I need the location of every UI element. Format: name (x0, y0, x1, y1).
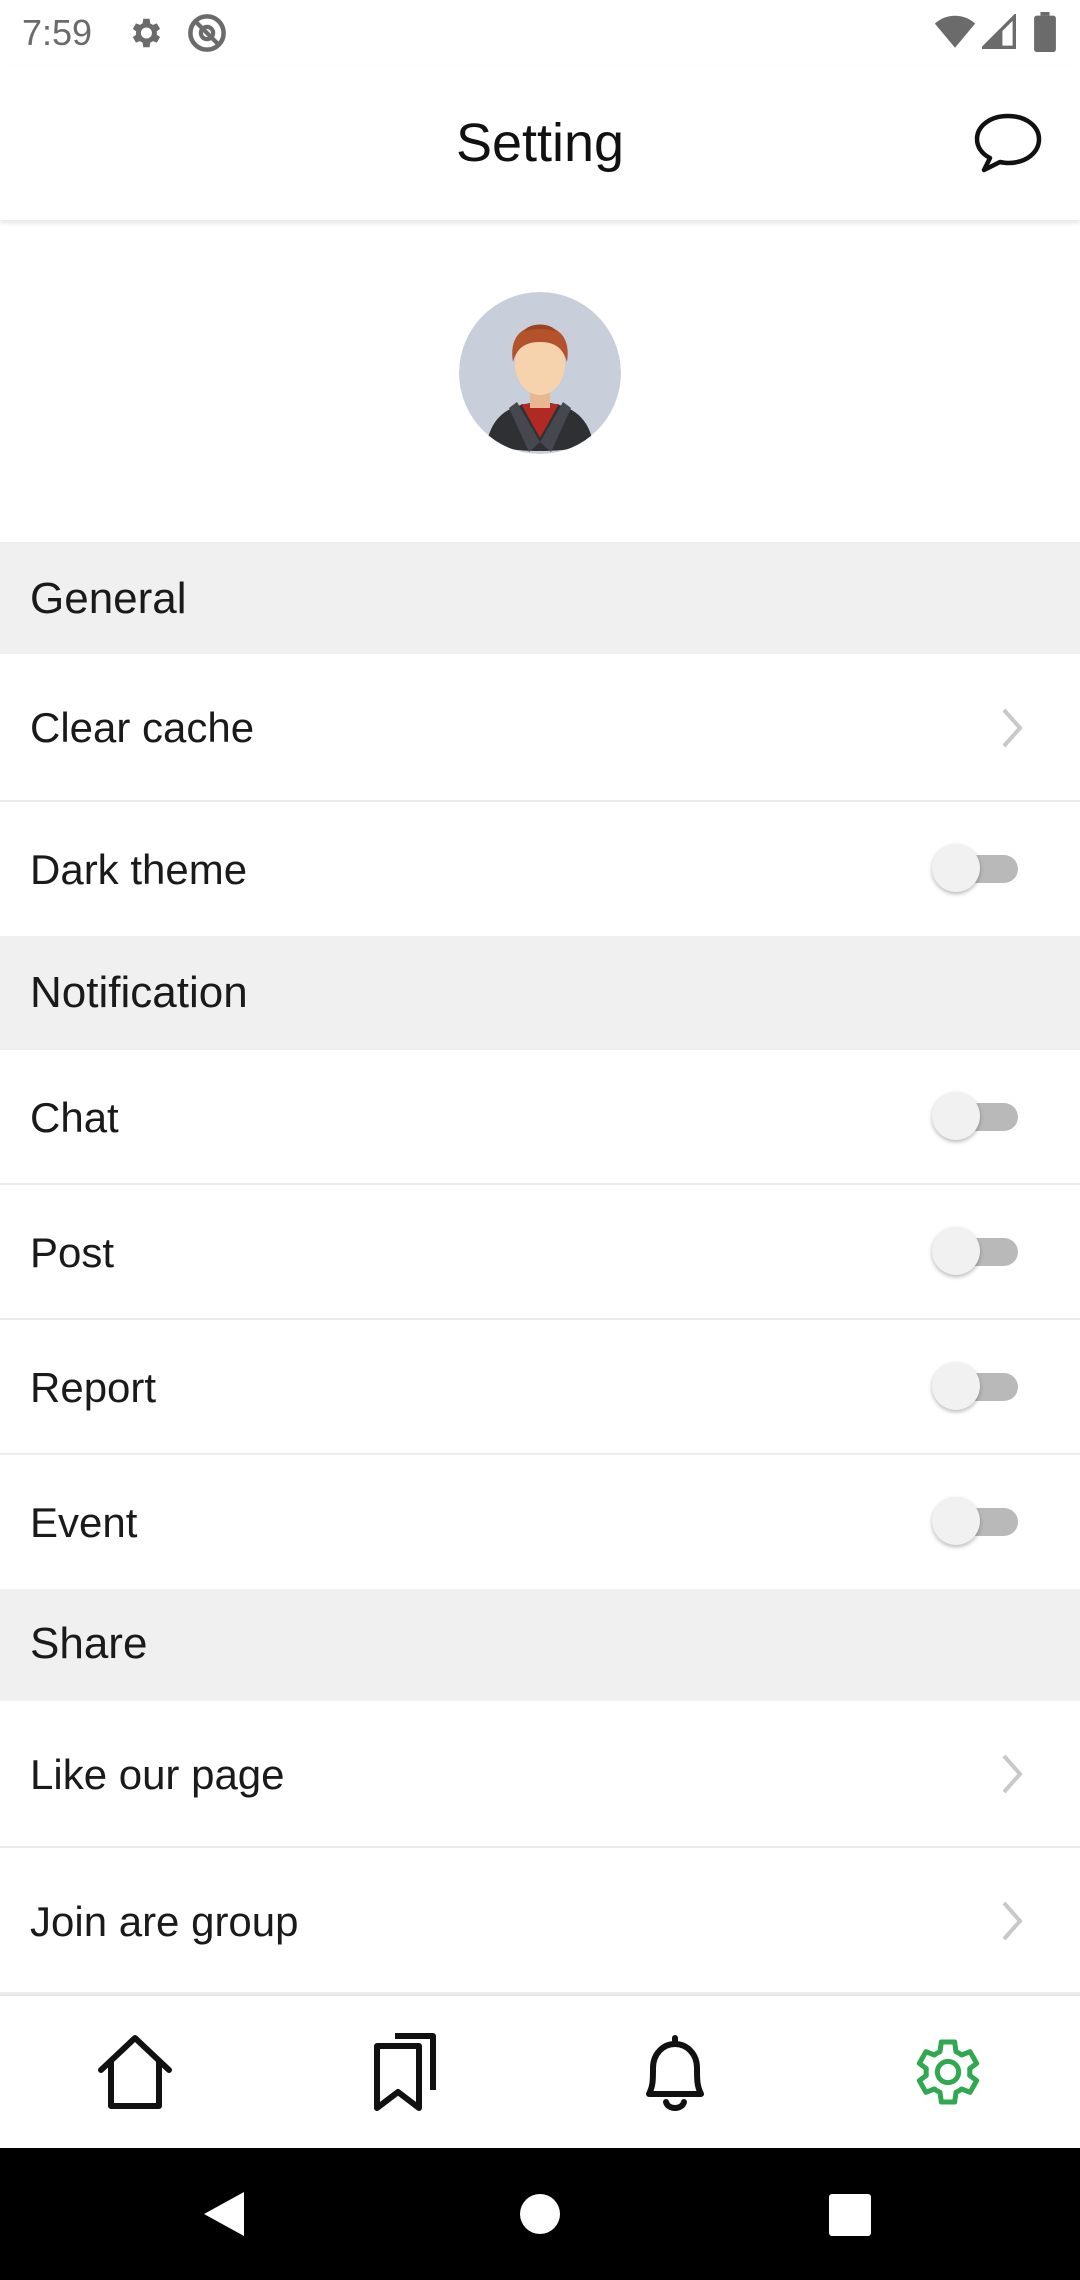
event-notification-toggle[interactable] (932, 1493, 1022, 1549)
settings-row-event: Event (0, 1455, 1080, 1589)
app-bar: Setting (0, 66, 1080, 220)
post-notification-toggle[interactable] (932, 1223, 1022, 1279)
settings-row-report: Report (0, 1320, 1080, 1455)
home-icon (98, 2035, 172, 2109)
chat-bubble-icon[interactable] (972, 110, 1044, 176)
settings-row-like-page[interactable]: Like our page (0, 1701, 1080, 1848)
row-label-chat: Chat (30, 1094, 119, 1141)
settings-row-clear-cache[interactable]: Clear cache (0, 654, 1080, 802)
row-label-event: Event (30, 1499, 138, 1546)
settings-icon (132, 18, 161, 48)
row-label-clear-cache: Clear cache (30, 704, 255, 751)
bell-icon (646, 2035, 704, 2111)
nav-item-settings[interactable] (810, 1996, 1080, 2148)
row-label-dark-theme: Dark theme (30, 846, 248, 893)
page-title: Setting (455, 113, 625, 173)
battery-icon (1034, 12, 1056, 52)
bookmarks-icon (374, 2033, 436, 2111)
row-label-like-page: Like our page (30, 1751, 285, 1798)
settings-row-post: Post (0, 1185, 1080, 1320)
section-title-general: General (30, 574, 187, 623)
toggle-thumb (932, 1497, 980, 1545)
chevron-right-icon (1002, 708, 1023, 748)
chevron-right-icon (1002, 1754, 1023, 1794)
toggle-thumb (932, 1362, 980, 1410)
report-notification-toggle[interactable] (932, 1358, 1022, 1414)
toggle-thumb (932, 1092, 980, 1140)
chevron-right-icon (1002, 1901, 1023, 1941)
section-header-general: General (0, 542, 1080, 654)
wifi-icon (934, 15, 976, 48)
nav-item-home[interactable] (0, 1996, 270, 2148)
status-time: 7:59 (22, 12, 93, 53)
settings-row-chat: Chat (0, 1050, 1080, 1185)
toggle-thumb (932, 844, 980, 892)
row-label-join-group: Join are group (30, 1898, 299, 1945)
back-icon[interactable] (202, 2190, 248, 2238)
bottom-navigation (0, 1994, 1080, 2148)
settings-row-join-group[interactable]: Join are group (0, 1848, 1080, 1994)
dark-theme-toggle[interactable] (932, 840, 1022, 896)
nav-item-notifications[interactable] (540, 1996, 810, 2148)
settings-row-dark-theme: Dark theme (0, 802, 1080, 936)
section-header-share: Share (0, 1589, 1080, 1701)
gear-icon (916, 2039, 980, 2105)
cell-signal-icon (982, 14, 1016, 49)
nav-item-bookmarks[interactable] (270, 1996, 540, 2148)
profile-area (0, 220, 1080, 542)
section-title-notification: Notification (30, 968, 248, 1017)
section-title-share: Share (30, 1619, 148, 1668)
status-bar: 7:59 (0, 0, 1080, 66)
row-label-post: Post (30, 1229, 115, 1276)
row-label-report: Report (30, 1364, 157, 1411)
user-avatar[interactable] (459, 292, 621, 454)
system-navigation-bar (0, 2148, 1080, 2280)
toggle-thumb (932, 1227, 980, 1275)
chat-notification-toggle[interactable] (932, 1088, 1022, 1144)
section-header-notification: Notification (0, 936, 1080, 1050)
avatar-illustration (459, 292, 621, 454)
at-sign-icon (188, 14, 226, 52)
home-circle-icon[interactable] (518, 2192, 562, 2236)
recents-icon[interactable] (828, 2194, 872, 2236)
